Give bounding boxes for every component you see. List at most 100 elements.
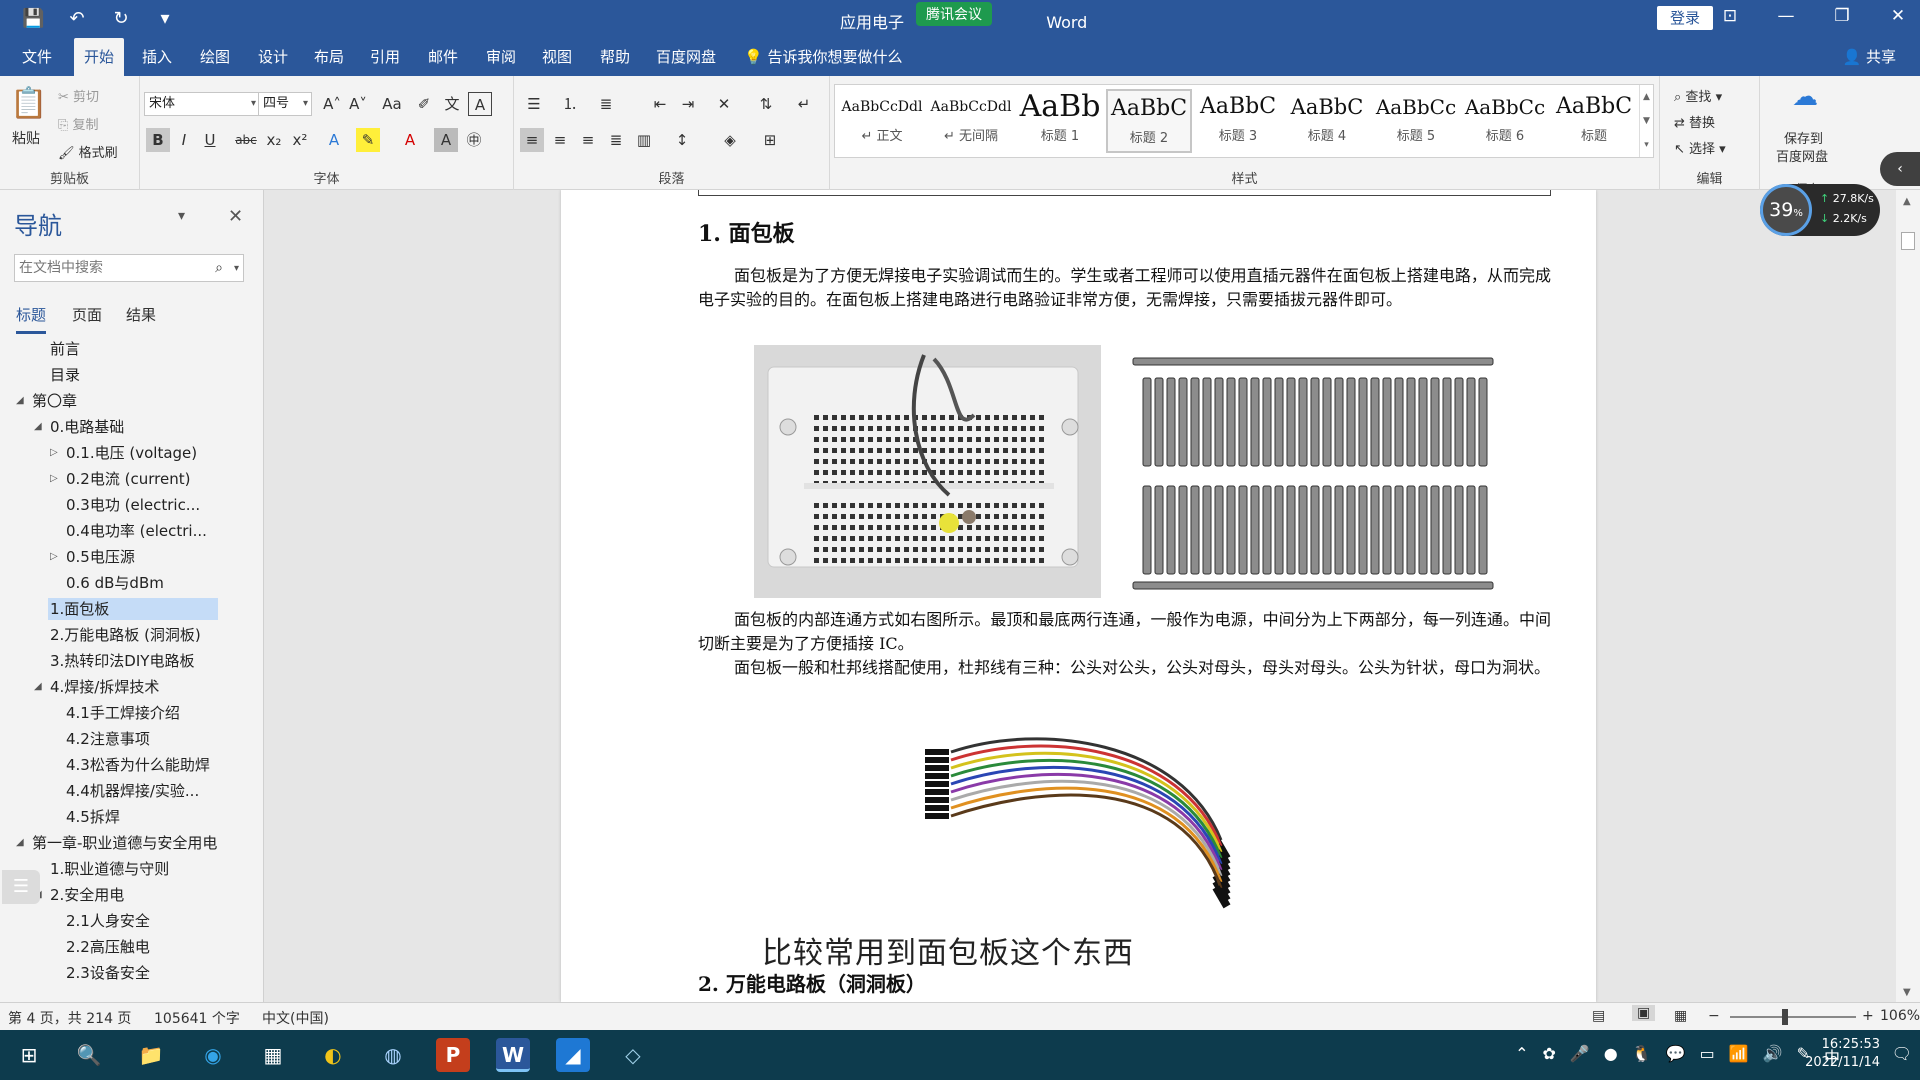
tab-home[interactable]: 开始 bbox=[74, 38, 125, 76]
tab-insert[interactable]: 插入 bbox=[132, 38, 182, 76]
find-button[interactable]: ⌕ 查找 ▾ bbox=[1674, 86, 1722, 105]
web-layout-icon[interactable]: ▦ bbox=[1674, 1008, 1687, 1024]
search-icon[interactable]: ⌕ bbox=[215, 255, 223, 281]
clock[interactable]: 16:25:53 2022/11/14 bbox=[1805, 1036, 1880, 1072]
save-to-line1[interactable]: 保存到 bbox=[1784, 128, 1823, 147]
network-speed-widget[interactable]: 39% ↑ 27.8K/s ↓ 2.2K/s bbox=[1760, 184, 1880, 236]
notification-icon[interactable]: 🗨 bbox=[1892, 1044, 1912, 1063]
scroll-thumb[interactable] bbox=[1901, 232, 1915, 250]
nav-item[interactable]: 前言 bbox=[50, 338, 80, 360]
char-shading-icon[interactable]: A bbox=[434, 128, 458, 152]
nav-item[interactable]: 3.热转印法DIY电路板 bbox=[50, 650, 194, 672]
read-mode-icon[interactable]: ▤ bbox=[1592, 1008, 1605, 1024]
nav-item[interactable]: 0.6 dB与dBm bbox=[66, 572, 164, 594]
close-icon[interactable]: ✕ bbox=[1886, 6, 1910, 26]
redo-icon[interactable]: ↻ bbox=[110, 8, 132, 29]
nav-item[interactable]: 2.万能电路板 (洞洞板) bbox=[50, 624, 201, 646]
distribute-icon[interactable]: ▥ bbox=[632, 128, 656, 152]
align-left-icon[interactable]: ≡ bbox=[520, 128, 544, 152]
collapse-icon[interactable]: ◢ bbox=[16, 390, 24, 412]
font-color-icon[interactable]: A bbox=[398, 128, 422, 152]
align-right-icon[interactable]: ≡ bbox=[576, 128, 600, 152]
file-explorer-icon[interactable]: 📁 bbox=[134, 1038, 168, 1072]
style-heading-6[interactable]: AaBbCc 标题 6 bbox=[1462, 89, 1548, 153]
collapse-icon[interactable]: ◢ bbox=[34, 416, 42, 438]
collapse-icon[interactable]: ◢ bbox=[34, 676, 42, 698]
decrease-indent-icon[interactable]: ⇤ bbox=[648, 92, 672, 116]
ribbon-display-icon[interactable]: ⊡ bbox=[1718, 6, 1742, 26]
tab-baidu-netdisk[interactable]: 百度网盘 bbox=[646, 38, 726, 76]
scroll-down-icon[interactable]: ▼ bbox=[1903, 987, 1911, 998]
justify-icon[interactable]: ≣ bbox=[604, 128, 628, 152]
search-icon[interactable]: 🔍 bbox=[72, 1038, 106, 1072]
nav-item[interactable]: 1.职业道德与守则 bbox=[50, 858, 169, 880]
clipboard-icon[interactable]: 📋 bbox=[10, 86, 47, 121]
meeting-badge[interactable]: 腾讯会议 bbox=[916, 2, 992, 26]
expand-icon[interactable]: ▷ bbox=[50, 546, 58, 568]
line-spacing-icon[interactable]: ↕ bbox=[670, 128, 694, 152]
collapse-sidebar-icon[interactable]: ‹ bbox=[1880, 152, 1920, 186]
nav-item[interactable]: 2.1人身安全 bbox=[66, 910, 150, 932]
app-yellow-icon[interactable]: ◐ bbox=[316, 1038, 350, 1072]
tab-references[interactable]: 引用 bbox=[360, 38, 410, 76]
restore-icon[interactable]: ❐ bbox=[1830, 6, 1854, 26]
style-normal[interactable]: AaBbCcDdl ↵ 正文 bbox=[839, 89, 925, 153]
styles-scroll[interactable]: ▲ ▼ ▾ bbox=[1639, 85, 1653, 157]
clear-format-icon[interactable]: ✐ bbox=[412, 92, 436, 116]
qq-icon[interactable]: 🐧 bbox=[1632, 1044, 1652, 1068]
page-count[interactable]: 第 4 页，共 214 页 bbox=[8, 1008, 131, 1028]
nav-item[interactable]: 2.2高压触电 bbox=[66, 936, 150, 958]
wechat-icon[interactable]: 💬 bbox=[1666, 1044, 1686, 1068]
zoom-thumb[interactable] bbox=[1782, 1009, 1788, 1025]
language[interactable]: 中文(中国) bbox=[262, 1008, 329, 1028]
nav-item[interactable]: ◢ 第一章-职业道德与安全用电 bbox=[16, 832, 217, 854]
collapse-icon[interactable]: ◢ bbox=[16, 832, 24, 854]
style-heading-2[interactable]: AaBbC 标题 2 bbox=[1106, 89, 1192, 153]
nav-tab-pages[interactable]: 页面 bbox=[72, 304, 102, 331]
style-heading-1[interactable]: AaBb 标题 1 bbox=[1017, 89, 1103, 153]
replace-button[interactable]: ⇄ 替换 bbox=[1674, 112, 1715, 131]
nav-item[interactable]: ◢ 第〇章 bbox=[16, 390, 77, 412]
style-title[interactable]: AaBbC 标题 bbox=[1551, 89, 1637, 153]
align-center-icon[interactable]: ≡ bbox=[548, 128, 572, 152]
minimize-icon[interactable]: — bbox=[1774, 6, 1798, 26]
highlight-icon[interactable]: ✎ bbox=[356, 128, 380, 152]
nav-item[interactable]: 4.1手工焊接介绍 bbox=[66, 702, 180, 724]
nav-item[interactable]: 4.2注意事项 bbox=[66, 728, 150, 750]
strikethrough-icon[interactable]: abc bbox=[234, 128, 258, 152]
word-icon[interactable]: W bbox=[496, 1038, 530, 1072]
enclose-char-icon[interactable]: ㊥ bbox=[462, 128, 486, 152]
subscript-icon[interactable]: x₂ bbox=[262, 128, 286, 152]
zoom-out-icon[interactable]: − bbox=[1708, 1008, 1720, 1024]
style-heading-5[interactable]: AaBbCc 标题 5 bbox=[1373, 89, 1459, 153]
tab-view[interactable]: 视图 bbox=[532, 38, 582, 76]
nav-search-input[interactable]: 在文档中搜索 ⌕ ▾ bbox=[14, 254, 244, 282]
document-page[interactable]: 1. 面包板 面包板是为了方便无焊接电子实验调试而生的。学生或者工程师可以使用直… bbox=[561, 190, 1596, 1002]
grow-font-icon[interactable]: A˄ bbox=[320, 92, 344, 116]
app-flower-icon[interactable]: ✿ bbox=[1542, 1044, 1555, 1068]
edge-icon[interactable]: ◉ bbox=[196, 1038, 230, 1072]
nav-item[interactable]: 4.3松香为什么能助焊 bbox=[66, 754, 210, 776]
show-marks-icon[interactable]: ↵ bbox=[792, 92, 816, 116]
underline-icon[interactable]: U bbox=[198, 128, 222, 152]
bullets-icon[interactable]: ☰ bbox=[522, 92, 546, 116]
nav-item[interactable]: 1.面包板 bbox=[48, 598, 218, 620]
sort-icon[interactable]: ⇅ bbox=[754, 92, 778, 116]
zoom-slider[interactable] bbox=[1730, 1016, 1856, 1018]
nav-item[interactable]: ▷ 0.1.电压 (voltage) bbox=[50, 442, 197, 464]
nav-item[interactable]: ◢ 0.电路基础 bbox=[34, 416, 124, 438]
multilevel-list-icon[interactable]: ≣ bbox=[594, 92, 618, 116]
bold-icon[interactable]: B bbox=[146, 128, 170, 152]
calculator-icon[interactable]: ▦ bbox=[256, 1038, 290, 1072]
save-to-line2[interactable]: 百度网盘 bbox=[1776, 146, 1828, 165]
tab-file[interactable]: 文件 bbox=[12, 38, 62, 76]
volume-icon[interactable]: 🔊 bbox=[1763, 1044, 1783, 1068]
nav-tab-results[interactable]: 结果 bbox=[126, 304, 156, 331]
nav-item[interactable]: ▷ 0.5电压源 bbox=[50, 546, 135, 568]
char-border-icon[interactable]: A bbox=[468, 92, 492, 116]
text-effects-icon[interactable]: A bbox=[322, 128, 346, 152]
app-notes-icon[interactable]: ◇ bbox=[616, 1038, 650, 1072]
nav-options-icon[interactable]: ▾ bbox=[178, 208, 185, 224]
nav-item[interactable]: ◢ 4.焊接/拆焊技术 bbox=[34, 676, 159, 698]
tab-review[interactable]: 审阅 bbox=[476, 38, 526, 76]
